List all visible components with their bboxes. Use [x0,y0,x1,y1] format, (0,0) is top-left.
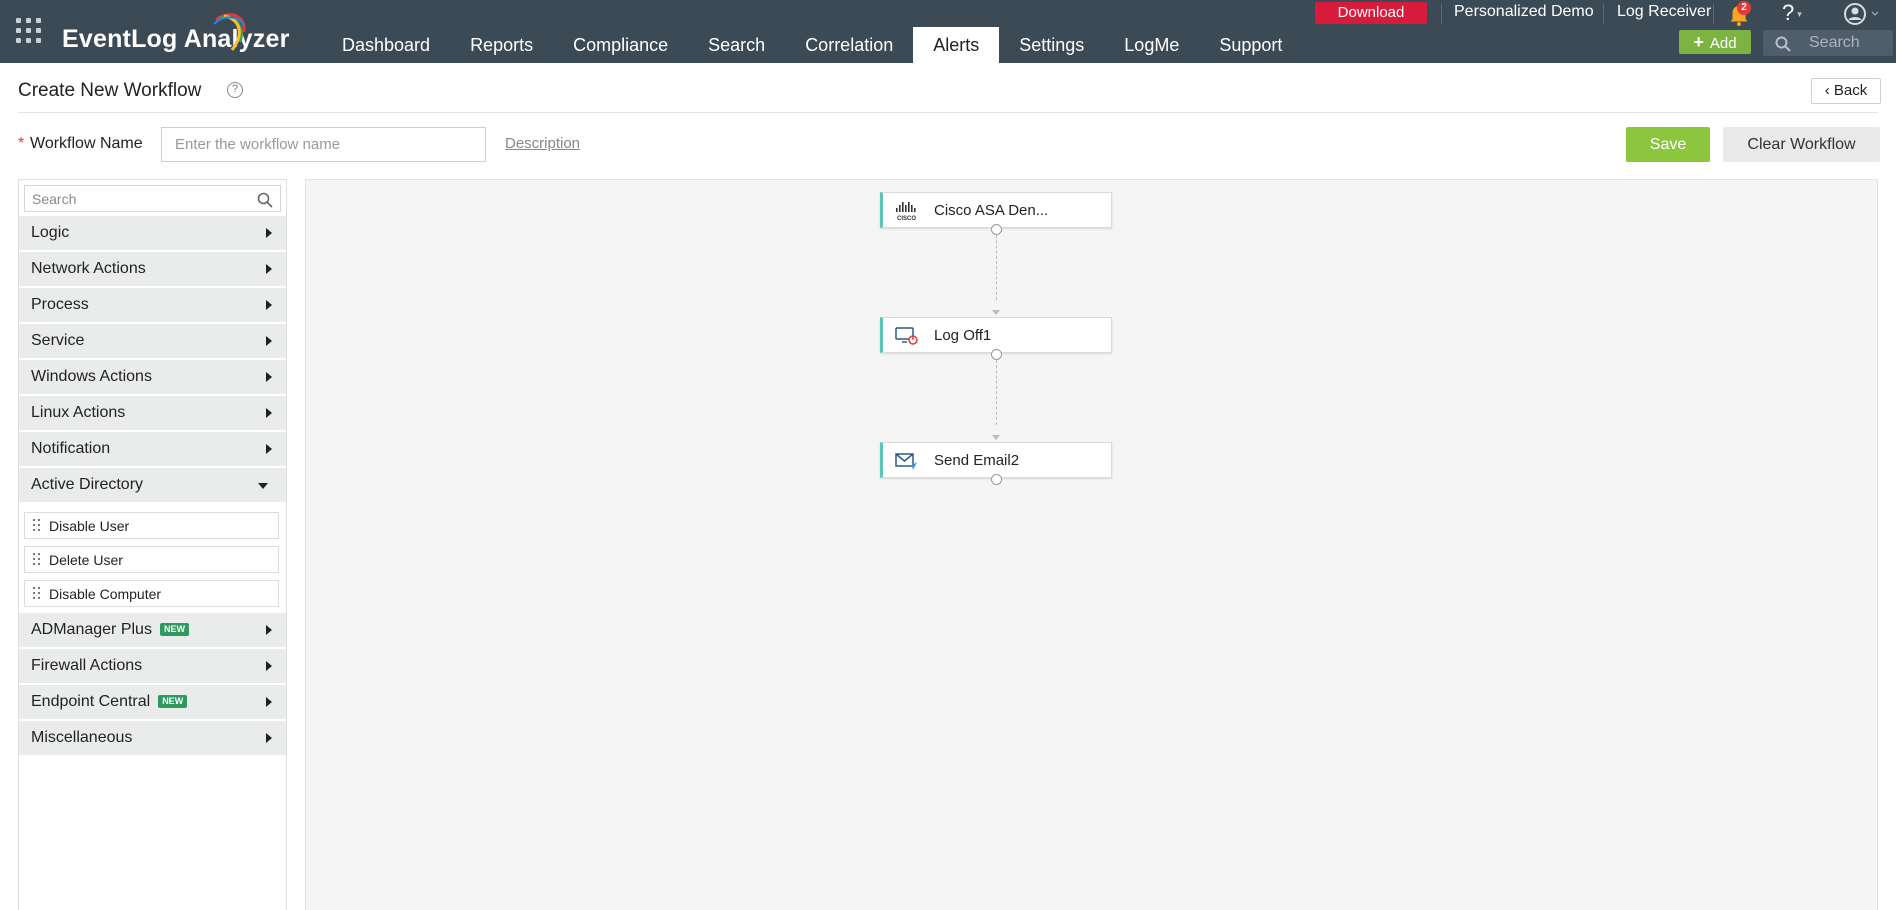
node-label: Log Off1 [934,327,992,344]
app-name: EventLog Analyzer [62,25,290,53]
caret-right-icon [266,625,272,635]
personalized-demo-link[interactable]: Personalized Demo [1454,3,1594,21]
tab-dashboard[interactable]: Dashboard [322,27,450,63]
palette-category-logic[interactable]: Logic [19,216,286,251]
action-palette: Search Logic Network Actions Process Ser… [18,179,287,910]
required-asterisk: * [18,135,25,152]
drag-handle-icon [33,587,42,601]
add-button[interactable]: + Add [1679,30,1751,54]
download-button[interactable]: Download [1315,2,1427,24]
workflow-node-log-off[interactable]: Log Off1 [880,317,1112,353]
palette-category-service[interactable]: Service [19,324,286,359]
cisco-icon: CISCO [896,202,916,221]
caret-right-icon [266,697,272,707]
connector-arrow-icon [992,435,1000,440]
user-menu[interactable] [1842,2,1884,28]
node-output-port[interactable] [991,224,1002,235]
caret-down-icon [258,483,268,489]
caret-right-icon [266,444,272,454]
title-divider [18,112,1878,113]
header-divider [1441,4,1442,24]
app-logo[interactable]: EventLog Analyzer [60,10,300,54]
palette-action-delete-user[interactable]: Delete User [24,546,279,573]
header-divider [1713,4,1714,24]
help-menu[interactable]: ? ▾ [1782,0,1812,28]
caret-right-icon [266,733,272,743]
tab-support[interactable]: Support [1199,27,1302,63]
page-help-icon[interactable]: ? [227,82,243,98]
clear-workflow-button[interactable]: Clear Workflow [1723,127,1880,162]
workflow-connector [996,355,997,425]
tab-search[interactable]: Search [688,27,785,63]
tab-reports[interactable]: Reports [450,27,553,63]
palette-category-process[interactable]: Process [19,288,286,323]
description-link[interactable]: Description [505,135,580,152]
back-button[interactable]: ‹ Back [1811,78,1881,104]
palette-action-disable-user[interactable]: Disable User [24,512,279,539]
node-output-port[interactable] [991,349,1002,360]
palette-category-network-actions[interactable]: Network Actions [19,252,286,287]
caret-right-icon [266,336,272,346]
new-badge: NEW [158,695,188,708]
tab-correlation[interactable]: Correlation [785,27,913,63]
palette-search-placeholder: Search [32,191,77,207]
workflow-canvas[interactable]: CISCO Cisco ASA Den... Log Off1 Send Ema… [305,179,1878,910]
caret-right-icon [266,372,272,382]
global-search-placeholder: Search [1809,34,1860,51]
palette-category-endpoint-central[interactable]: Endpoint Central NEW [19,685,286,720]
global-search-input[interactable]: Search [1763,30,1893,56]
send-email-icon [895,453,917,470]
tab-logme[interactable]: LogMe [1104,27,1199,63]
new-badge: NEW [159,623,189,636]
search-icon [1775,36,1791,52]
caret-right-icon [266,661,272,671]
palette-category-admanager-plus[interactable]: ADManager Plus NEW [19,613,286,648]
workflow-connector [996,230,997,300]
header-divider [1603,4,1604,24]
tab-compliance[interactable]: Compliance [553,27,688,63]
node-output-port[interactable] [991,474,1002,485]
workflow-node-send-email[interactable]: Send Email2 [880,442,1112,478]
workflow-name-label: Workflow Name [30,135,143,152]
search-icon [257,192,273,208]
palette-category-miscellaneous[interactable]: Miscellaneous [19,721,286,756]
palette-category-linux-actions[interactable]: Linux Actions [19,396,286,431]
workflow-name-input[interactable] [161,127,486,162]
node-label: Send Email2 [934,452,1020,469]
drag-handle-icon [33,553,42,567]
drag-handle-icon [33,519,42,533]
palette-category-firewall-actions[interactable]: Firewall Actions [19,649,286,684]
notification-count-badge: 2 [1737,1,1751,15]
tab-settings[interactable]: Settings [999,27,1104,63]
palette-category-notification[interactable]: Notification [19,432,286,467]
user-avatar-icon [1844,3,1879,25]
workflow-node-cisco-asa[interactable]: CISCO Cisco ASA Den... [880,192,1112,228]
palette-search-input[interactable]: Search [24,185,281,212]
palette-category-windows-actions[interactable]: Windows Actions [19,360,286,395]
page-title: Create New Workflow [18,80,202,101]
save-button[interactable]: Save [1626,127,1710,162]
caret-right-icon [266,300,272,310]
svg-text:CISCO: CISCO [897,216,916,221]
top-header: EventLog Analyzer Dashboard Reports Comp… [0,0,1896,63]
plus-icon: + [1693,32,1704,52]
help-icon: ? [1782,0,1795,25]
apps-grid-icon[interactable] [16,18,42,44]
main-nav: Dashboard Reports Compliance Search Corr… [322,27,1302,63]
caret-right-icon [266,408,272,418]
palette-category-active-directory[interactable]: Active Directory [19,468,286,503]
caret-right-icon [266,228,272,238]
caret-right-icon [266,264,272,274]
chevron-left-icon: ‹ [1824,82,1830,99]
palette-action-disable-computer[interactable]: Disable Computer [24,580,279,607]
connector-arrow-icon [992,310,1000,315]
log-off-icon [895,327,918,345]
tab-alerts[interactable]: Alerts [913,27,1000,63]
node-label: Cisco ASA Den... [934,202,1049,219]
chevron-down-icon: ▾ [1797,9,1802,20]
log-receiver-link[interactable]: Log Receiver [1617,3,1711,21]
logo-swirl-icon [213,13,246,51]
